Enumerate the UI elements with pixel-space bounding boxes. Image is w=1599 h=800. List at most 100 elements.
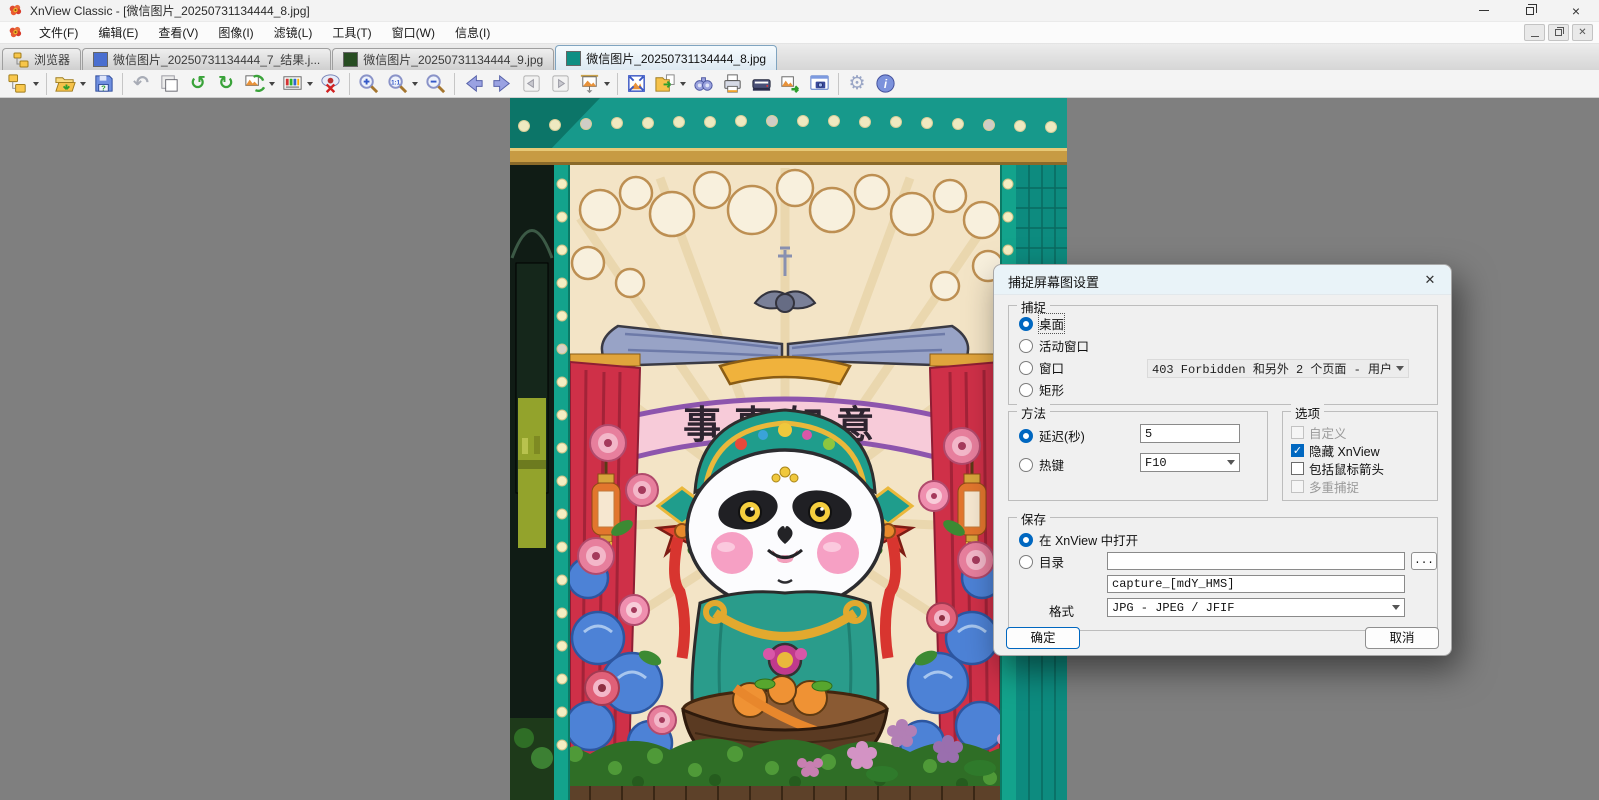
delay-radio[interactable]: 延迟(秒) bbox=[1019, 426, 1085, 445]
toolbar-separator bbox=[617, 73, 618, 95]
save-button[interactable]: ? bbox=[89, 71, 118, 96]
capture-option-label: 矩形 bbox=[1039, 380, 1064, 399]
menu-item[interactable]: 文件(F) bbox=[29, 22, 88, 43]
capture-option-radio[interactable]: 窗口 bbox=[1019, 358, 1089, 377]
menu-bar: 文件(F)编辑(E)查看(V)图像(I)滤镜(L)工具(T)窗口(W)信息(I)… bbox=[0, 22, 1599, 44]
print-button[interactable] bbox=[718, 71, 747, 96]
svg-text:?: ? bbox=[101, 84, 106, 93]
red-eye-button[interactable] bbox=[316, 71, 345, 96]
print-icon bbox=[721, 72, 744, 95]
toolbar-separator bbox=[46, 73, 47, 95]
window-minimize-button[interactable] bbox=[1461, 0, 1507, 22]
option-checkbox[interactable]: ✓隐藏 XnView bbox=[1291, 442, 1384, 458]
open-with-button[interactable] bbox=[651, 71, 689, 96]
option-checkbox: 自定义 bbox=[1291, 424, 1384, 440]
directory-path-input[interactable] bbox=[1107, 552, 1405, 570]
tab-浏览器[interactable]: 浏览器 bbox=[2, 48, 81, 70]
format-label: 格式 bbox=[1049, 601, 1074, 620]
directory-radio[interactable]: 目录 bbox=[1019, 552, 1064, 571]
menu-item[interactable]: 工具(T) bbox=[322, 22, 381, 43]
tab-active-微信图片_20250731134444_8.jpg[interactable]: 微信图片_20250731134444_8.jpg bbox=[555, 45, 777, 70]
close-icon: × bbox=[1572, 4, 1580, 18]
dialog-title: 捕捉屏幕图设置 bbox=[1008, 272, 1099, 291]
hotkey-combo[interactable]: F10 bbox=[1140, 453, 1240, 472]
acquire-button[interactable] bbox=[747, 71, 776, 96]
radio-selected-icon bbox=[1019, 317, 1033, 331]
option-checkbox-label: 隐藏 XnView bbox=[1309, 441, 1380, 460]
previous-image-icon bbox=[520, 72, 543, 95]
zoom-actual-button[interactable]: 1:1 bbox=[383, 71, 421, 96]
capture-option-label: 活动窗口 bbox=[1039, 336, 1089, 355]
menu-item[interactable]: 编辑(E) bbox=[88, 22, 148, 43]
rotate-left-button[interactable]: ↺ bbox=[184, 71, 212, 96]
dialog-close-button[interactable]: ✕ bbox=[1419, 270, 1441, 290]
menu-item[interactable]: 查看(V) bbox=[148, 22, 208, 43]
browse-directory-button[interactable]: ... bbox=[1411, 552, 1437, 570]
tab-label: 微信图片_20250731134444_7_结果.j... bbox=[113, 51, 320, 68]
zoom-out-button[interactable] bbox=[421, 71, 450, 96]
info-button[interactable]: i bbox=[871, 71, 900, 96]
method-group: 方法 延迟(秒) 热键 F10 bbox=[1008, 411, 1268, 501]
ok-button[interactable]: 确定 bbox=[1006, 627, 1080, 649]
adjust-colors-button[interactable] bbox=[278, 71, 316, 96]
filename-template-input[interactable] bbox=[1107, 575, 1405, 593]
mdi-restore-button[interactable] bbox=[1548, 24, 1569, 41]
rotate-right-button[interactable]: ↻ bbox=[212, 71, 240, 96]
mdi-minimize-button[interactable] bbox=[1524, 24, 1545, 41]
crop-icon bbox=[158, 72, 181, 95]
convert-button[interactable] bbox=[240, 71, 278, 96]
image-thumbnail-icon bbox=[566, 51, 581, 66]
capture-option-radio[interactable]: 活动窗口 bbox=[1019, 336, 1089, 355]
options-group: 选项 自定义✓隐藏 XnView包括鼠标箭头多重捕捉 bbox=[1282, 411, 1438, 501]
minimize-icon bbox=[1531, 36, 1539, 37]
cancel-button[interactable]: 取消 bbox=[1365, 627, 1439, 649]
previous-image-button[interactable] bbox=[517, 71, 546, 96]
window-close-button[interactable]: × bbox=[1553, 0, 1599, 22]
crop-button[interactable] bbox=[155, 71, 184, 96]
mdi-child-logo-icon bbox=[8, 25, 23, 40]
window-select-combo[interactable]: 403 Forbidden 和另外 2 个页面 - 用户配置 1 - M bbox=[1147, 359, 1409, 378]
tab-微信图片_20250731134444_9.jpg[interactable]: 微信图片_20250731134444_9.jpg bbox=[332, 48, 554, 70]
restore-icon bbox=[1526, 7, 1534, 15]
format-combo[interactable]: JPG - JPEG / JFIF bbox=[1107, 598, 1405, 617]
option-checkbox-label: 自定义 bbox=[1309, 423, 1347, 442]
next-image-button[interactable] bbox=[546, 71, 575, 96]
folder-tree-icon bbox=[13, 52, 29, 67]
hotkey-radio[interactable]: 热键 bbox=[1019, 455, 1085, 474]
menu-item[interactable]: 图像(I) bbox=[208, 22, 263, 43]
menu-item[interactable]: 窗口(W) bbox=[382, 22, 445, 43]
window-restore-button[interactable] bbox=[1507, 0, 1553, 22]
option-checkbox[interactable]: 包括鼠标箭头 bbox=[1291, 460, 1384, 476]
tab-label: 微信图片_20250731134444_9.jpg bbox=[363, 51, 543, 68]
zoom-actual-icon: 1:1 bbox=[386, 72, 409, 95]
menu-item[interactable]: 信息(I) bbox=[445, 22, 500, 43]
tab-微信图片_20250731134444_7_结果.j...[interactable]: 微信图片_20250731134444_7_结果.j... bbox=[82, 48, 331, 70]
open-button[interactable] bbox=[51, 71, 89, 96]
browser-button[interactable] bbox=[4, 71, 42, 96]
search-button[interactable] bbox=[689, 71, 718, 96]
capture-group: 捕捉 桌面活动窗口窗口矩形 403 Forbidden 和另外 2 个页面 - … bbox=[1008, 305, 1438, 405]
svg-text:1:1: 1:1 bbox=[391, 79, 401, 86]
capture-option-radio[interactable]: 桌面 bbox=[1019, 314, 1089, 333]
back-button[interactable] bbox=[459, 71, 488, 96]
capture-button[interactable] bbox=[805, 71, 834, 96]
delay-seconds-input[interactable] bbox=[1140, 424, 1240, 443]
settings-button[interactable]: ⚙ bbox=[843, 71, 871, 96]
save-group-label: 保存 bbox=[1017, 509, 1050, 528]
mdi-close-button[interactable]: ✕ bbox=[1572, 24, 1593, 41]
zoom-in-icon bbox=[357, 72, 380, 95]
open-in-xnview-radio[interactable]: 在 XnView 中打开 bbox=[1019, 530, 1138, 549]
undo-button[interactable]: ↶ bbox=[127, 71, 155, 96]
menu-item[interactable]: 滤镜(L) bbox=[264, 22, 323, 43]
capture-icon bbox=[808, 72, 831, 95]
image-thumbnail-icon bbox=[93, 52, 108, 67]
forward-button[interactable] bbox=[488, 71, 517, 96]
slideshow-button[interactable] bbox=[575, 71, 613, 96]
fullscreen-icon bbox=[625, 72, 648, 95]
zoom-in-button[interactable] bbox=[354, 71, 383, 96]
capture-option-radio[interactable]: 矩形 bbox=[1019, 380, 1089, 399]
storefront bbox=[510, 165, 554, 800]
fullscreen-button[interactable] bbox=[622, 71, 651, 96]
batch-convert-button[interactable] bbox=[776, 71, 805, 96]
xnview-logo-icon bbox=[8, 3, 23, 18]
